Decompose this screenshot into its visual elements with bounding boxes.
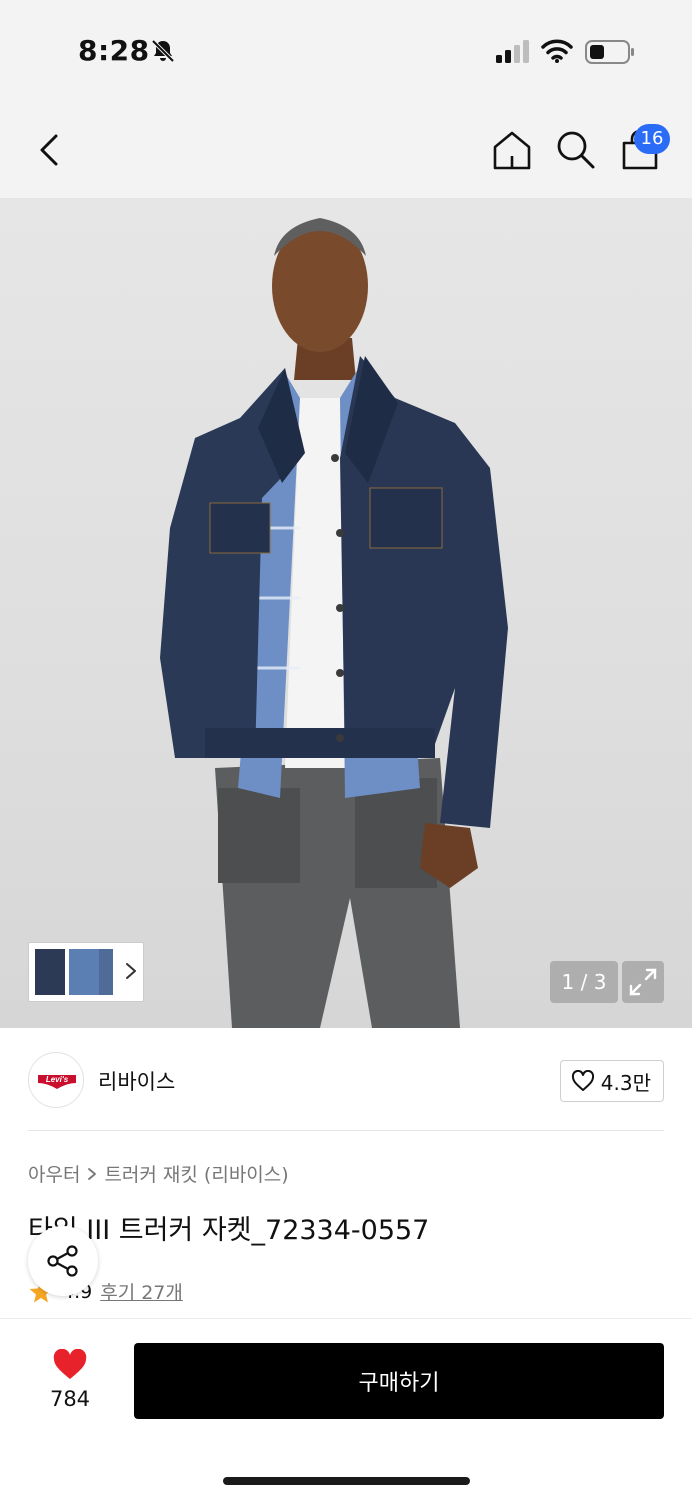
bottom-action-bar: 784 구매하기 [0, 1318, 692, 1500]
back-icon[interactable] [34, 130, 64, 170]
brand-like-button[interactable]: 4.3만 [559, 1060, 664, 1102]
thumbnail-image[interactable] [35, 949, 65, 995]
home-icon[interactable] [490, 128, 534, 172]
status-time: 8:28 [78, 34, 150, 67]
wish-count: 784 [49, 1387, 91, 1411]
brand-like-count: 4.3만 [600, 1070, 651, 1095]
brand-row[interactable]: Levi's 리바이스 4.3만 [28, 1052, 664, 1110]
breadcrumb-subcategory[interactable]: 트러커 재킷 (리바이스) [104, 1160, 288, 1187]
breadcrumb: 아우터 트러커 재킷 (리바이스) [28, 1160, 289, 1187]
battery-icon [585, 40, 634, 64]
bell-off-icon [151, 39, 175, 63]
chevron-right-icon[interactable] [124, 960, 138, 982]
top-nav-bar: 16 [0, 100, 692, 198]
status-bar: 8:28 [0, 0, 692, 100]
signal-icon [496, 40, 529, 63]
thumbnail-image[interactable] [69, 949, 99, 995]
share-button[interactable] [28, 1226, 98, 1296]
heart-outline-icon [571, 1070, 594, 1091]
home-indicator [223, 1477, 470, 1485]
product-photo [160, 218, 508, 1028]
expand-icon [629, 968, 657, 996]
share-icon [47, 1245, 78, 1277]
breadcrumb-category[interactable]: 아우터 [28, 1160, 80, 1187]
thumbnail-strip[interactable] [28, 942, 144, 1002]
expand-button[interactable] [622, 961, 664, 1003]
search-icon[interactable] [554, 128, 596, 170]
brand-logo[interactable]: Levi's [28, 1052, 84, 1108]
review-count-link[interactable]: 후기 27개 [100, 1278, 183, 1305]
buy-button[interactable]: 구매하기 [134, 1343, 664, 1419]
levis-logo: Levi's [38, 1075, 76, 1089]
thumbnail-image[interactable] [99, 949, 113, 995]
image-page-counter: 1 / 3 [550, 961, 618, 1003]
heart-filled-icon[interactable] [52, 1349, 88, 1381]
brand-logo-text: Levi's [46, 1075, 69, 1084]
product-image-gallery[interactable]: 1 / 3 [0, 198, 692, 1028]
chevron-right-icon [88, 1167, 97, 1180]
cart-count-badge: 16 [634, 124, 670, 154]
divider [28, 1130, 664, 1131]
wifi-icon [541, 39, 573, 63]
brand-name[interactable]: 리바이스 [98, 1066, 175, 1096]
